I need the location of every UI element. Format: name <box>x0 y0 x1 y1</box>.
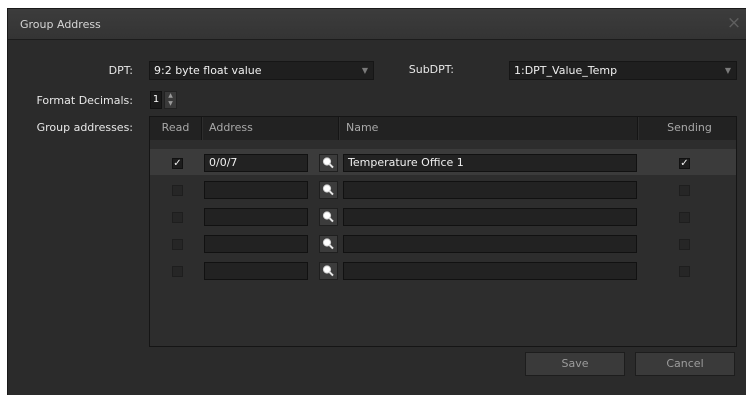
read-checkbox[interactable] <box>172 185 183 196</box>
read-checkbox[interactable]: ✓ <box>172 158 183 169</box>
name-input[interactable] <box>343 262 637 280</box>
search-icon[interactable] <box>319 235 338 253</box>
format-decimals-label: Format Decimals: <box>36 94 133 107</box>
subdpt-label: SubDPT: <box>408 63 454 76</box>
format-decimals-stepper[interactable]: ▲ ▼ <box>164 91 177 109</box>
sending-checkbox[interactable] <box>679 266 690 277</box>
dialog-title: Group Address <box>20 18 101 31</box>
address-input[interactable] <box>204 208 308 226</box>
chevron-down-icon[interactable]: ▼ <box>165 100 176 108</box>
table-row[interactable] <box>150 203 736 229</box>
name-input[interactable]: Temperature Office 1 <box>343 154 637 172</box>
search-icon[interactable] <box>319 262 338 280</box>
chevron-down-icon: ▼ <box>357 62 373 79</box>
address-input[interactable] <box>204 262 308 280</box>
search-icon[interactable] <box>319 208 338 226</box>
name-input[interactable] <box>343 208 637 226</box>
address-input[interactable] <box>204 181 308 199</box>
sending-checkbox[interactable]: ✓ <box>679 158 690 169</box>
subdpt-value: 1:DPT_Value_Temp <box>514 64 618 77</box>
read-checkbox[interactable] <box>172 212 183 223</box>
table-row[interactable] <box>150 257 736 283</box>
group-address-dialog: Group Address × DPT: 9:2 byte float valu… <box>7 8 746 395</box>
address-input[interactable]: 0/0/7 <box>204 154 308 172</box>
chevron-up-icon[interactable]: ▲ <box>165 92 176 100</box>
sending-checkbox[interactable] <box>679 239 690 250</box>
dpt-label: DPT: <box>108 64 133 77</box>
read-checkbox[interactable] <box>172 266 183 277</box>
close-icon[interactable]: × <box>725 14 743 32</box>
dpt-value: 9:2 byte float value <box>154 64 262 77</box>
search-icon[interactable] <box>319 181 338 199</box>
dpt-select[interactable]: 9:2 byte float value ▼ <box>149 61 374 80</box>
address-input[interactable] <box>204 235 308 253</box>
group-addresses-label: Group addresses: <box>36 121 133 134</box>
sending-checkbox[interactable] <box>679 212 690 223</box>
read-checkbox[interactable] <box>172 239 183 250</box>
chevron-down-icon: ▼ <box>720 62 736 79</box>
sending-checkbox[interactable] <box>679 185 690 196</box>
group-address-table: Read Address Name Sending ✓ 0/0/7 Temper… <box>149 116 737 347</box>
table-row[interactable]: ✓ 0/0/7 Temperature Office 1 ✓ <box>150 149 736 175</box>
format-decimals-input[interactable]: 1 <box>150 91 162 109</box>
column-header-name[interactable]: Name <box>340 117 638 140</box>
search-icon[interactable] <box>319 154 338 172</box>
save-button[interactable]: Save <box>525 352 625 376</box>
name-input[interactable] <box>343 235 637 253</box>
cancel-button[interactable]: Cancel <box>635 352 735 376</box>
title-bar: Group Address × <box>8 9 746 40</box>
name-input[interactable] <box>343 181 637 199</box>
column-header-address[interactable]: Address <box>203 117 339 140</box>
column-header-read[interactable]: Read <box>150 117 202 140</box>
subdpt-select[interactable]: 1:DPT_Value_Temp ▼ <box>509 61 737 80</box>
column-header-sending[interactable]: Sending <box>643 117 736 140</box>
table-row[interactable] <box>150 230 736 256</box>
table-row[interactable] <box>150 176 736 202</box>
